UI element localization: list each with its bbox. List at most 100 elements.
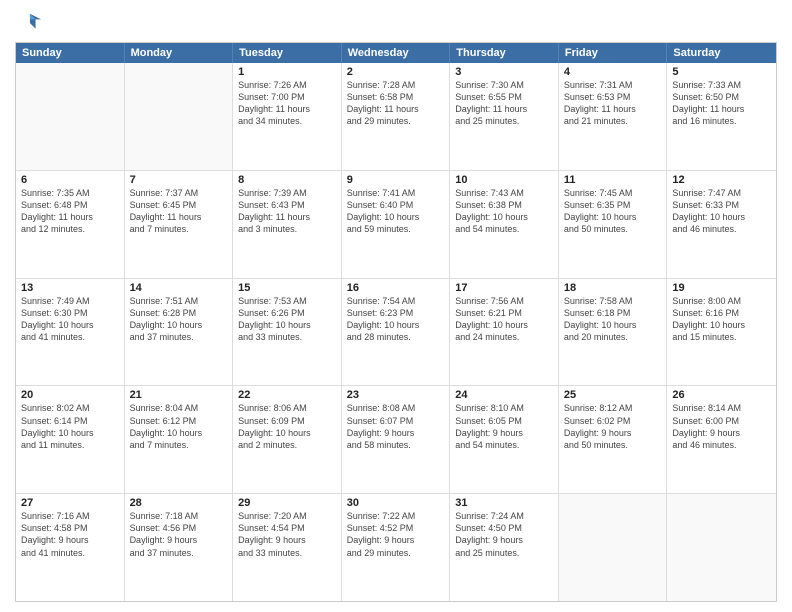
day-number: 25 — [564, 389, 662, 401]
day-cell: 20Sunrise: 8:02 AM Sunset: 6:14 PM Dayli… — [16, 386, 125, 493]
day-info: Sunrise: 7:56 AM Sunset: 6:21 PM Dayligh… — [455, 295, 553, 344]
day-cell: 6Sunrise: 7:35 AM Sunset: 6:48 PM Daylig… — [16, 171, 125, 278]
day-cell — [125, 63, 234, 170]
day-cell: 25Sunrise: 8:12 AM Sunset: 6:02 PM Dayli… — [559, 386, 668, 493]
day-number: 5 — [672, 66, 771, 78]
day-cell: 10Sunrise: 7:43 AM Sunset: 6:38 PM Dayli… — [450, 171, 559, 278]
day-cell: 26Sunrise: 8:14 AM Sunset: 6:00 PM Dayli… — [667, 386, 776, 493]
day-cell: 24Sunrise: 8:10 AM Sunset: 6:05 PM Dayli… — [450, 386, 559, 493]
day-info: Sunrise: 8:10 AM Sunset: 6:05 PM Dayligh… — [455, 402, 553, 451]
day-info: Sunrise: 7:30 AM Sunset: 6:55 PM Dayligh… — [455, 79, 553, 128]
logo-icon — [15, 10, 43, 38]
day-cell: 13Sunrise: 7:49 AM Sunset: 6:30 PM Dayli… — [16, 279, 125, 386]
day-info: Sunrise: 8:02 AM Sunset: 6:14 PM Dayligh… — [21, 402, 119, 451]
day-info: Sunrise: 7:47 AM Sunset: 6:33 PM Dayligh… — [672, 187, 771, 236]
day-cell: 2Sunrise: 7:28 AM Sunset: 6:58 PM Daylig… — [342, 63, 451, 170]
day-number: 8 — [238, 174, 336, 186]
day-info: Sunrise: 7:37 AM Sunset: 6:45 PM Dayligh… — [130, 187, 228, 236]
day-info: Sunrise: 8:04 AM Sunset: 6:12 PM Dayligh… — [130, 402, 228, 451]
day-number: 22 — [238, 389, 336, 401]
week-row-2: 6Sunrise: 7:35 AM Sunset: 6:48 PM Daylig… — [16, 170, 776, 278]
day-info: Sunrise: 8:06 AM Sunset: 6:09 PM Dayligh… — [238, 402, 336, 451]
day-info: Sunrise: 7:28 AM Sunset: 6:58 PM Dayligh… — [347, 79, 445, 128]
day-info: Sunrise: 7:54 AM Sunset: 6:23 PM Dayligh… — [347, 295, 445, 344]
day-cell: 23Sunrise: 8:08 AM Sunset: 6:07 PM Dayli… — [342, 386, 451, 493]
day-cell: 11Sunrise: 7:45 AM Sunset: 6:35 PM Dayli… — [559, 171, 668, 278]
day-info: Sunrise: 7:43 AM Sunset: 6:38 PM Dayligh… — [455, 187, 553, 236]
day-header-wednesday: Wednesday — [342, 43, 451, 63]
day-cell: 21Sunrise: 8:04 AM Sunset: 6:12 PM Dayli… — [125, 386, 234, 493]
day-number: 28 — [130, 497, 228, 509]
calendar: SundayMondayTuesdayWednesdayThursdayFrid… — [15, 42, 777, 602]
day-number: 10 — [455, 174, 553, 186]
day-header-sunday: Sunday — [16, 43, 125, 63]
day-number: 9 — [347, 174, 445, 186]
day-cell: 4Sunrise: 7:31 AM Sunset: 6:53 PM Daylig… — [559, 63, 668, 170]
day-number: 24 — [455, 389, 553, 401]
day-info: Sunrise: 7:49 AM Sunset: 6:30 PM Dayligh… — [21, 295, 119, 344]
day-number: 30 — [347, 497, 445, 509]
day-header-thursday: Thursday — [450, 43, 559, 63]
day-number: 18 — [564, 282, 662, 294]
week-row-1: 1Sunrise: 7:26 AM Sunset: 7:00 PM Daylig… — [16, 63, 776, 170]
day-number: 1 — [238, 66, 336, 78]
day-cell: 18Sunrise: 7:58 AM Sunset: 6:18 PM Dayli… — [559, 279, 668, 386]
day-cell: 15Sunrise: 7:53 AM Sunset: 6:26 PM Dayli… — [233, 279, 342, 386]
day-cell — [667, 494, 776, 601]
day-info: Sunrise: 7:51 AM Sunset: 6:28 PM Dayligh… — [130, 295, 228, 344]
day-cell: 31Sunrise: 7:24 AM Sunset: 4:50 PM Dayli… — [450, 494, 559, 601]
day-number: 31 — [455, 497, 553, 509]
day-info: Sunrise: 7:58 AM Sunset: 6:18 PM Dayligh… — [564, 295, 662, 344]
day-number: 3 — [455, 66, 553, 78]
day-header-tuesday: Tuesday — [233, 43, 342, 63]
day-info: Sunrise: 7:26 AM Sunset: 7:00 PM Dayligh… — [238, 79, 336, 128]
day-info: Sunrise: 8:00 AM Sunset: 6:16 PM Dayligh… — [672, 295, 771, 344]
day-info: Sunrise: 7:33 AM Sunset: 6:50 PM Dayligh… — [672, 79, 771, 128]
day-info: Sunrise: 7:39 AM Sunset: 6:43 PM Dayligh… — [238, 187, 336, 236]
day-cell: 8Sunrise: 7:39 AM Sunset: 6:43 PM Daylig… — [233, 171, 342, 278]
week-row-4: 20Sunrise: 8:02 AM Sunset: 6:14 PM Dayli… — [16, 385, 776, 493]
day-cell: 27Sunrise: 7:16 AM Sunset: 4:58 PM Dayli… — [16, 494, 125, 601]
header — [15, 10, 777, 38]
day-number: 6 — [21, 174, 119, 186]
day-number: 29 — [238, 497, 336, 509]
day-info: Sunrise: 8:08 AM Sunset: 6:07 PM Dayligh… — [347, 402, 445, 451]
day-number: 4 — [564, 66, 662, 78]
day-number: 20 — [21, 389, 119, 401]
day-info: Sunrise: 8:12 AM Sunset: 6:02 PM Dayligh… — [564, 402, 662, 451]
day-number: 14 — [130, 282, 228, 294]
day-number: 27 — [21, 497, 119, 509]
day-number: 12 — [672, 174, 771, 186]
day-info: Sunrise: 7:22 AM Sunset: 4:52 PM Dayligh… — [347, 510, 445, 559]
day-cell: 3Sunrise: 7:30 AM Sunset: 6:55 PM Daylig… — [450, 63, 559, 170]
day-info: Sunrise: 7:24 AM Sunset: 4:50 PM Dayligh… — [455, 510, 553, 559]
logo — [15, 10, 47, 38]
day-info: Sunrise: 7:31 AM Sunset: 6:53 PM Dayligh… — [564, 79, 662, 128]
day-number: 17 — [455, 282, 553, 294]
day-number: 23 — [347, 389, 445, 401]
day-header-saturday: Saturday — [667, 43, 776, 63]
day-cell: 9Sunrise: 7:41 AM Sunset: 6:40 PM Daylig… — [342, 171, 451, 278]
day-cell — [16, 63, 125, 170]
day-number: 19 — [672, 282, 771, 294]
day-number: 15 — [238, 282, 336, 294]
day-cell: 14Sunrise: 7:51 AM Sunset: 6:28 PM Dayli… — [125, 279, 234, 386]
week-row-5: 27Sunrise: 7:16 AM Sunset: 4:58 PM Dayli… — [16, 493, 776, 601]
week-row-3: 13Sunrise: 7:49 AM Sunset: 6:30 PM Dayli… — [16, 278, 776, 386]
day-number: 2 — [347, 66, 445, 78]
page: SundayMondayTuesdayWednesdayThursdayFrid… — [0, 0, 792, 612]
day-number: 13 — [21, 282, 119, 294]
day-info: Sunrise: 7:45 AM Sunset: 6:35 PM Dayligh… — [564, 187, 662, 236]
day-header-friday: Friday — [559, 43, 668, 63]
day-cell: 30Sunrise: 7:22 AM Sunset: 4:52 PM Dayli… — [342, 494, 451, 601]
day-info: Sunrise: 7:18 AM Sunset: 4:56 PM Dayligh… — [130, 510, 228, 559]
day-cell: 19Sunrise: 8:00 AM Sunset: 6:16 PM Dayli… — [667, 279, 776, 386]
day-cell: 5Sunrise: 7:33 AM Sunset: 6:50 PM Daylig… — [667, 63, 776, 170]
day-info: Sunrise: 8:14 AM Sunset: 6:00 PM Dayligh… — [672, 402, 771, 451]
weeks: 1Sunrise: 7:26 AM Sunset: 7:00 PM Daylig… — [16, 63, 776, 601]
day-info: Sunrise: 7:41 AM Sunset: 6:40 PM Dayligh… — [347, 187, 445, 236]
day-info: Sunrise: 7:35 AM Sunset: 6:48 PM Dayligh… — [21, 187, 119, 236]
day-header-monday: Monday — [125, 43, 234, 63]
day-cell: 7Sunrise: 7:37 AM Sunset: 6:45 PM Daylig… — [125, 171, 234, 278]
day-number: 7 — [130, 174, 228, 186]
